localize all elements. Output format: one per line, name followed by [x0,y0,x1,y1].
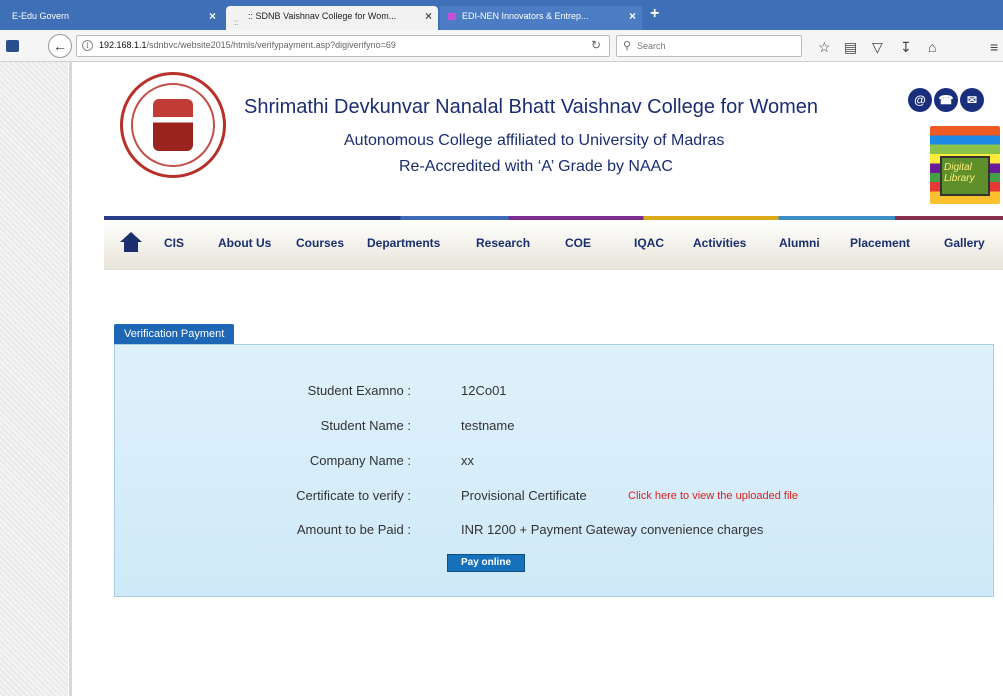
tab-close-icon[interactable]: × [425,6,432,26]
tab-favicon-icon: :: [234,18,239,27]
menu-item-alumni[interactable]: Alumni [779,236,820,250]
home-icon[interactable] [120,232,142,252]
page-left-background [0,62,72,696]
search-placeholder: Search [637,41,666,51]
amount-label: Amount to be Paid : [296,522,411,537]
menu-item-research[interactable]: Research [476,236,530,250]
reload-icon[interactable]: ↻ [591,38,601,52]
college-logo [120,72,226,178]
tab-label: EDI-NEN Innovators & Entrep... [462,11,589,21]
verification-panel: Student Examno : 12Co01 Student Name : t… [114,344,994,597]
amount-value: INR 1200 + Payment Gateway convenience c… [461,522,764,537]
digital-library-label: Digital Library [944,162,975,184]
student-name-value: testname [461,418,515,433]
college-affiliation: Autonomous College affiliated to Univers… [344,132,725,149]
pocket-icon[interactable]: ▽ [872,39,883,56]
search-input[interactable]: ⚲ Search [616,35,802,57]
back-arrow-icon[interactable]: ← [48,34,72,58]
college-accreditation: Re-Accredited with ‘A’ Grade by NAAC [399,158,673,175]
web-page: Shrimathi Devkunvar Nanalal Bhatt Vaishn… [0,62,1003,696]
tab-label: E-Edu Govern [12,11,70,21]
address-bar[interactable]: i 192.168.1.1/sdnbvc/website2015/htmls/v… [76,35,610,57]
menu-item-activities[interactable]: Activities [693,236,746,250]
student-name-label: Student Name : [320,418,411,433]
info-icon[interactable]: i [82,40,93,51]
student-examno-label: Student Examno : [307,383,411,398]
tab-e-edu[interactable]: E-Edu Govern × [0,6,222,30]
menu-item-cis[interactable]: CIS [164,236,184,250]
home-icon[interactable]: ⌂ [928,39,936,55]
tab-label: :: SDNB Vaishnav College for Wom... [248,11,397,21]
browser-tab-strip: E-Edu Govern × :: :: SDNB Vaishnav Colle… [0,0,1003,30]
hamburger-menu-icon[interactable]: ≡ [990,39,998,55]
pay-online-button[interactable]: Pay online [447,554,525,572]
search-icon: ⚲ [623,40,632,52]
tab-close-icon[interactable]: × [209,6,216,26]
reading-list-icon[interactable]: ▤ [844,39,857,56]
digital-library-image[interactable]: Digital Library [930,126,1000,204]
view-uploaded-file-link[interactable]: Click here to view the uploaded file [628,490,798,502]
tab-sdnb-active[interactable]: :: :: SDNB Vaishnav College for Wom... × [226,6,438,30]
bookmark-star-icon[interactable]: ☆ [818,39,831,56]
menu-item-courses[interactable]: Courses [296,236,344,250]
menu-item-placement[interactable]: Placement [850,236,910,250]
menu-item-gallery[interactable]: Gallery [944,236,985,250]
company-name-label: Company Name : [309,453,411,468]
download-icon[interactable]: ↧ [900,39,912,56]
mail-icon[interactable]: ✉ [960,88,984,112]
new-tab-plus-icon[interactable]: + [650,5,659,23]
certificate-value: Provisional Certificate [461,488,587,503]
url-text: 192.168.1.1/sdnbvc/website2015/htmls/ver… [99,40,396,50]
app-menu-icon[interactable] [6,40,19,52]
tab-edi-nen[interactable]: EDI-NEN Innovators & Entrep... × [440,6,642,30]
email-at-icon[interactable]: @ [908,88,932,112]
tab-favicon-icon [448,13,456,20]
company-name-value: xx [461,453,474,468]
college-name: Shrimathi Devkunvar Nanalal Bhatt Vaishn… [244,96,818,118]
verification-payment-tab[interactable]: Verification Payment [114,324,235,344]
menu-item-coe[interactable]: COE [565,236,591,250]
menu-item-about-us[interactable]: About Us [218,236,271,250]
student-examno-value: 12Co01 [461,383,507,398]
menu-item-departments[interactable]: Departments [367,236,440,250]
phone-icon[interactable]: ☎ [934,88,958,112]
menu-item-iqac[interactable]: IQAC [634,236,664,250]
certificate-label: Certificate to verify : [296,488,411,503]
browser-nav-bar: ← i 192.168.1.1/sdnbvc/website2015/htmls… [0,30,1003,62]
main-menu: CIS About Us Courses Departments Researc… [104,220,1003,270]
tab-close-icon[interactable]: × [629,6,636,26]
